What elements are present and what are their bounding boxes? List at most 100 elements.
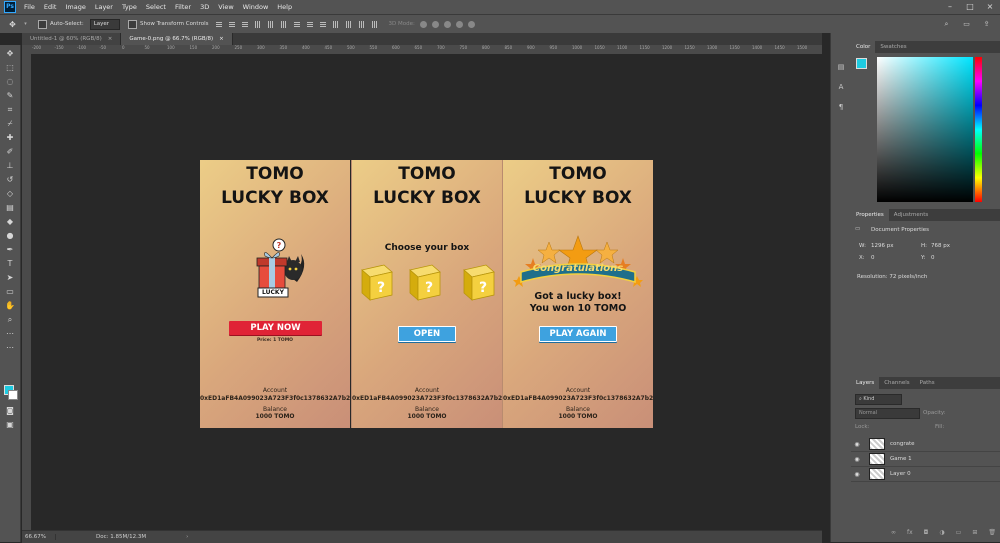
tab-properties[interactable]: Properties xyxy=(851,209,889,221)
3d-orbit-icon[interactable] xyxy=(419,20,427,28)
quick-mask-icon[interactable]: ◙ xyxy=(4,405,16,417)
align-top-icon[interactable] xyxy=(214,20,223,29)
blur-tool-icon[interactable]: ◆ xyxy=(4,216,16,228)
quick-select-tool-icon[interactable]: ✎ xyxy=(4,90,16,102)
height-value[interactable]: 768 px xyxy=(931,243,950,249)
distribute-top-icon[interactable] xyxy=(292,20,301,29)
type-tool-icon[interactable]: T xyxy=(4,258,16,270)
hue-slider[interactable] xyxy=(975,57,982,202)
healing-brush-tool-icon[interactable]: ✚ xyxy=(4,132,16,144)
blend-mode-select[interactable]: Normal xyxy=(855,408,920,419)
distribute-right-icon[interactable] xyxy=(357,20,366,29)
y-value[interactable]: 0 xyxy=(931,255,935,261)
layer-row[interactable]: ◉ Game 1 xyxy=(851,452,1000,467)
background-color-swatch[interactable] xyxy=(8,390,18,400)
zoom-tool-icon[interactable]: ⌕ xyxy=(4,314,16,326)
menu-file[interactable]: File xyxy=(24,3,35,11)
show-transform-checkbox[interactable] xyxy=(128,19,138,29)
auto-align-icon[interactable] xyxy=(370,20,379,29)
tab-paths[interactable]: Paths xyxy=(915,377,940,389)
tab-swatches[interactable]: Swatches xyxy=(875,41,911,53)
layer-row[interactable]: ◉ congrate xyxy=(851,437,1000,452)
auto-select-dropdown[interactable]: Layer xyxy=(89,18,121,30)
new-group-icon[interactable]: ▭ xyxy=(956,529,962,539)
tab-layers[interactable]: Layers xyxy=(851,377,880,389)
dodge-tool-icon[interactable]: ● xyxy=(4,230,16,242)
gradient-tool-icon[interactable]: ▤ xyxy=(4,202,16,214)
color-picker-field[interactable] xyxy=(877,57,973,202)
menu-3d[interactable]: 3D xyxy=(200,3,209,11)
visibility-eye-icon[interactable]: ◉ xyxy=(851,471,863,478)
3d-roll-icon[interactable] xyxy=(431,20,439,28)
width-value[interactable]: 1296 px xyxy=(871,243,894,249)
edit-toolbar-icon[interactable]: ⋯ xyxy=(4,342,16,354)
foreground-color-chip[interactable] xyxy=(856,58,867,69)
move-tool-icon[interactable]: ✥ xyxy=(4,48,16,60)
menu-image[interactable]: Image xyxy=(65,3,85,11)
status-menu-icon[interactable]: › xyxy=(186,534,188,540)
adjustment-layer-icon[interactable]: ◑ xyxy=(939,529,944,539)
clone-stamp-tool-icon[interactable]: ⊥ xyxy=(4,160,16,172)
distribute-middle-icon[interactable] xyxy=(305,20,314,29)
menu-window[interactable]: Window xyxy=(243,3,269,11)
visibility-eye-icon[interactable]: ◉ xyxy=(851,441,863,448)
history-brush-tool-icon[interactable]: ↺ xyxy=(4,174,16,186)
search-icon[interactable]: ⌕ xyxy=(942,20,951,29)
visibility-eye-icon[interactable]: ◉ xyxy=(851,456,863,463)
menu-layer[interactable]: Layer xyxy=(95,3,113,11)
layer-style-icon[interactable]: fx xyxy=(907,529,913,539)
zoom-level[interactable]: 66.67% xyxy=(22,534,56,540)
question-box-icon[interactable]: ? xyxy=(460,262,496,302)
eyedropper-tool-icon[interactable]: ⌿ xyxy=(4,118,16,130)
history-icon[interactable]: ▤ xyxy=(836,63,846,73)
character-icon[interactable]: A xyxy=(836,83,846,93)
align-bottom-icon[interactable] xyxy=(240,20,249,29)
open-button[interactable]: OPEN xyxy=(398,326,456,342)
close-icon[interactable]: × xyxy=(985,2,995,12)
menu-help[interactable]: Help xyxy=(277,3,292,11)
link-layers-icon[interactable]: ∞ xyxy=(891,529,896,539)
3d-pan-icon[interactable] xyxy=(443,20,451,28)
workspace-icon[interactable]: ▭ xyxy=(962,20,971,29)
menu-view[interactable]: View xyxy=(218,3,233,11)
marquee-tool-icon[interactable]: ⬚ xyxy=(4,62,16,74)
minimize-icon[interactable]: – xyxy=(945,2,955,12)
tab-adjustments[interactable]: Adjustments xyxy=(889,209,933,221)
layer-row[interactable]: ◉ Layer 0 xyxy=(851,467,1000,482)
close-tab-icon[interactable]: × xyxy=(108,36,113,42)
brush-tool-icon[interactable]: ✐ xyxy=(4,146,16,158)
eraser-tool-icon[interactable]: ◇ xyxy=(4,188,16,200)
play-again-button[interactable]: PLAY AGAIN xyxy=(539,326,617,342)
align-center-icon[interactable] xyxy=(266,20,275,29)
align-right-icon[interactable] xyxy=(279,20,288,29)
close-tab-icon[interactable]: × xyxy=(219,36,224,42)
question-box-icon[interactable]: ? xyxy=(358,262,394,302)
auto-select-checkbox[interactable] xyxy=(38,19,47,29)
3d-scale-icon[interactable] xyxy=(467,20,475,28)
path-select-tool-icon[interactable]: ➤ xyxy=(4,272,16,284)
layer-filter-kind[interactable]: ⌕ Kind xyxy=(855,394,902,405)
move-tool-icon[interactable]: ✥ xyxy=(8,20,17,29)
align-left-icon[interactable] xyxy=(253,20,262,29)
tab-game-0[interactable]: Game-0.png @ 66.7% (RGB/8) × xyxy=(121,33,233,45)
lasso-tool-icon[interactable]: ◌ xyxy=(4,76,16,88)
crop-tool-icon[interactable]: ⌗ xyxy=(4,104,16,116)
delete-layer-icon[interactable]: 🗑 xyxy=(988,529,996,539)
hand-tool-icon[interactable]: ✋ xyxy=(4,300,16,312)
play-now-button[interactable]: PLAY NOW xyxy=(229,321,322,335)
document-canvas[interactable]: TOMO LUCKY BOX ? LUCKY PLAY NOW Price: 1… xyxy=(200,160,653,428)
x-value[interactable]: 0 xyxy=(871,255,875,261)
rectangle-tool-icon[interactable]: ▭ xyxy=(4,286,16,298)
tab-untitled[interactable]: Untitled-1 @ 60% (RGB/8) × xyxy=(22,33,122,45)
tab-channels[interactable]: Channels xyxy=(879,377,914,389)
pen-tool-icon[interactable]: ✒ xyxy=(4,244,16,256)
align-middle-icon[interactable] xyxy=(227,20,236,29)
menu-type[interactable]: Type xyxy=(122,3,137,11)
3d-slide-icon[interactable] xyxy=(455,20,463,28)
menu-select[interactable]: Select xyxy=(146,3,166,11)
menu-filter[interactable]: Filter xyxy=(175,3,191,11)
new-layer-icon[interactable]: ⊞ xyxy=(972,529,977,539)
distribute-bottom-icon[interactable] xyxy=(318,20,327,29)
share-icon[interactable]: ⇪ xyxy=(982,20,991,29)
paragraph-icon[interactable]: ¶ xyxy=(836,103,846,113)
